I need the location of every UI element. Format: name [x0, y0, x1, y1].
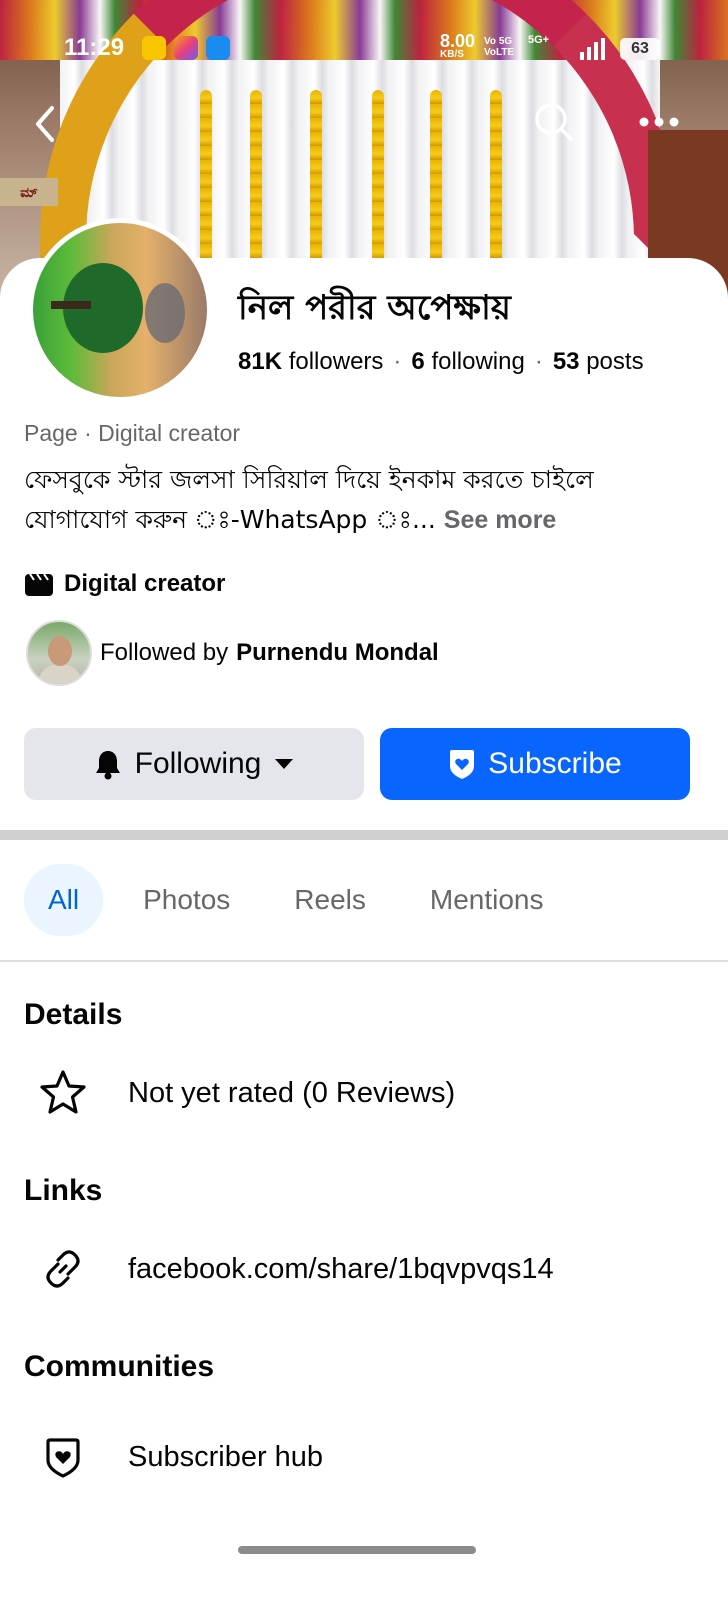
link-icon	[38, 1244, 88, 1294]
search-icon	[535, 103, 573, 141]
network-speed: 8.00 KB/S	[440, 31, 476, 60]
bell-icon	[95, 751, 120, 780]
creator-row: Digital creator	[24, 570, 225, 598]
following-label[interactable]: following	[431, 348, 524, 375]
followers-count[interactable]: 81K	[238, 348, 282, 375]
cover-sign: ಮ್	[0, 178, 58, 206]
star-icon	[38, 1068, 88, 1118]
wifi-share-icon	[206, 36, 230, 60]
page-bio: ফেসবুকে স্টার জলসা সিরিয়াল দিয়ে ইনকাম …	[24, 460, 704, 540]
rating-row[interactable]: Not yet rated (0 Reviews)	[38, 1068, 455, 1118]
app-notification-icon	[174, 36, 198, 60]
chevron-left-icon	[36, 106, 54, 142]
section-divider	[0, 830, 728, 840]
more-dots-icon	[639, 117, 679, 127]
subscribe-button-label: Subscribe	[488, 747, 622, 780]
followed-by-row[interactable]: Followed by Purnendu Mondal	[26, 620, 439, 686]
rating-text: Not yet rated (0 Reviews)	[128, 1076, 456, 1109]
followed-by-name[interactable]: Purnendu Mondal	[236, 639, 439, 667]
volte-indicator: Vo 5G VoLTE	[484, 36, 515, 58]
search-button[interactable]	[532, 100, 576, 144]
link-url[interactable]: facebook.com/share/1bqvpvqs14	[128, 1253, 554, 1286]
back-button[interactable]	[28, 102, 68, 146]
communities-heading: Communities	[24, 1350, 215, 1383]
subscriber-hub-icon	[38, 1432, 88, 1482]
see-more-link[interactable]: See more	[444, 506, 557, 534]
cloud-shape	[145, 283, 185, 343]
tab-mentions[interactable]: Mentions	[406, 864, 568, 936]
subscribe-button[interactable]: Subscribe	[380, 728, 690, 800]
clapperboard-icon	[25, 573, 53, 596]
profile-tabs: All Photos Reels Mentions	[24, 864, 584, 936]
home-indicator[interactable]	[238, 1546, 476, 1554]
battery-icon: 63	[620, 38, 660, 60]
notification-icons	[142, 36, 230, 60]
followers-label[interactable]: followers	[289, 348, 384, 375]
following-button-label: Following	[134, 747, 262, 780]
link-row[interactable]: facebook.com/share/1bqvpvqs14	[38, 1244, 554, 1294]
posts-label: posts	[586, 348, 644, 375]
details-heading: Details	[24, 998, 123, 1031]
5g-indicator: 5G+	[528, 34, 550, 46]
creator-label: Digital creator	[64, 570, 226, 597]
profile-picture	[33, 223, 207, 397]
friend-avatar[interactable]	[26, 620, 92, 686]
following-button[interactable]: Following	[24, 728, 364, 800]
following-count[interactable]: 6	[411, 348, 424, 375]
tab-all[interactable]: All	[24, 864, 104, 936]
tabs-divider	[0, 960, 728, 962]
flipkart-icon	[142, 36, 166, 60]
subscribe-shield-icon	[450, 750, 475, 779]
posts-count: 53	[552, 348, 580, 375]
links-heading: Links	[24, 1174, 103, 1207]
profile-avatar[interactable]	[28, 218, 212, 402]
page-category: Page · Digital creator	[24, 420, 241, 446]
status-bar: 11:29 8.00 KB/S Vo 5G VoLTE 5G+ 63	[0, 0, 728, 96]
profile-stats: 81K followers · 6 following · 53 posts	[238, 348, 644, 375]
subscriber-hub-label: Subscriber hub	[128, 1440, 324, 1473]
status-time: 11:29	[64, 34, 125, 61]
caret-down-icon	[275, 759, 294, 769]
tab-photos[interactable]: Photos	[119, 864, 254, 936]
tab-reels[interactable]: Reels	[270, 864, 390, 936]
followed-by-prefix: Followed by	[100, 639, 229, 666]
more-options-button[interactable]	[632, 100, 686, 144]
subscriber-hub-row[interactable]: Subscriber hub	[38, 1432, 323, 1482]
page-title: নিল পরীর অপেক্ষায়	[238, 288, 511, 328]
top-navigation	[0, 96, 728, 152]
tree-trunk	[51, 301, 91, 309]
signal-icon	[580, 38, 605, 60]
